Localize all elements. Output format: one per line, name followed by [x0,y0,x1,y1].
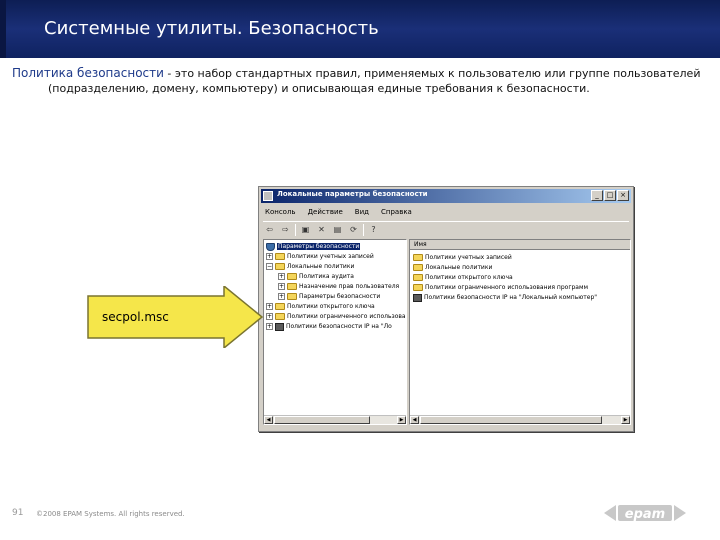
menu-action[interactable]: Действие [306,208,345,216]
toolbar-separator [363,223,364,236]
slide-title: Системные утилиты. Безопасность [44,18,379,39]
expand-icon[interactable]: + [278,273,285,280]
folder-icon [413,264,423,271]
expand-icon[interactable]: + [278,293,285,300]
copyright: ©2008 EPAM Systems. All rights reserved. [36,510,185,518]
list-item-label: Локальные политики [425,264,493,271]
svg-text:epam: epam [625,507,665,522]
tree-item[interactable]: + Назначение прав пользователя [278,282,399,291]
toolbar: ⇦ ⇨ ▣ ✕ ▤ ⟳ ? [263,221,629,237]
expand-icon[interactable]: + [266,323,273,330]
ip-security-icon [275,322,284,331]
menu-console[interactable]: Консоль [263,208,298,216]
scroll-left-icon[interactable]: ◀ [410,416,419,424]
definition-line2: (подразделению, домену, компьютеру) и оп… [48,82,590,95]
list-item[interactable]: Политики безопасности IP на "Локальный к… [413,293,597,302]
tree-item[interactable]: − Локальные политики [266,262,354,271]
folder-icon [275,263,285,270]
help-icon[interactable]: ? [367,224,380,236]
folder-icon [287,293,297,300]
tree-item-label: Политики открытого ключа [287,303,375,310]
scroll-thumb[interactable] [420,416,602,424]
column-header-name[interactable]: Имя [410,240,630,250]
security-settings-icon [266,242,275,251]
tree-item-label: Назначение прав пользователя [299,283,400,290]
scroll-left-icon[interactable]: ◀ [264,416,273,424]
collapse-icon[interactable]: − [266,263,273,270]
tree-item[interactable]: Параметры безопасности [266,242,361,251]
tree-item[interactable]: + Политики учетных записей [266,252,374,261]
properties-icon[interactable]: ▤ [331,224,344,236]
expand-icon[interactable]: + [266,303,273,310]
delete-icon[interactable]: ✕ [315,224,328,236]
folder-icon [413,284,423,291]
scroll-right-icon[interactable]: ▶ [397,416,406,424]
definition-rest: - это набор стандартных правил, применяе… [163,67,701,80]
list-item[interactable]: Политики учетных записей [413,253,512,262]
tree-pane[interactable]: Параметры безопасности + Политики учетны… [263,239,407,425]
menubar: Консоль Действие Вид Справка [263,205,414,219]
tree-item-label: Политики ограниченного использова [287,313,406,320]
epam-logo: epam [604,505,686,522]
list-item-label: Политики открытого ключа [425,274,513,281]
maximize-button[interactable]: □ [604,190,616,201]
list-item-label: Политики учетных записей [425,254,512,261]
list-horizontal-scrollbar[interactable]: ◀ ▶ [410,415,630,424]
expand-icon[interactable]: + [266,253,273,260]
tree-item[interactable]: + Политики ограниченного использова [266,312,406,321]
list-item-label: Политики безопасности IP на "Локальный к… [424,294,598,301]
folder-icon [287,283,297,290]
callout-label: secpol.msc [102,310,169,324]
definition-term: Политика безопасности [12,66,164,80]
page-number: 91 [12,508,24,518]
list-item[interactable]: Политики открытого ключа [413,273,513,282]
expand-icon[interactable]: + [278,283,285,290]
tree-item-label: Параметры безопасности [299,293,381,300]
definition-text: Политика безопасности - это набор станда… [12,66,712,96]
scroll-thumb[interactable] [274,416,370,424]
minimize-button[interactable]: _ [591,190,603,201]
menu-view[interactable]: Вид [353,208,371,216]
folder-icon [413,254,423,261]
forward-icon[interactable]: ⇨ [279,224,292,236]
tree-item[interactable]: + Политики открытого ключа [266,302,375,311]
list-item[interactable]: Политики ограниченного использования про… [413,283,588,292]
app-icon [263,191,273,201]
tree-item-label: Политика аудита [299,273,354,280]
header-accent-bar [0,0,6,58]
toolbar-separator [295,223,296,236]
tree-horizontal-scrollbar[interactable]: ◀ ▶ [264,415,406,424]
close-button[interactable]: × [617,190,629,201]
scroll-right-icon[interactable]: ▶ [621,416,630,424]
folder-icon [413,274,423,281]
back-icon[interactable]: ⇦ [263,224,276,236]
tree-item-label: Политики безопасности IP на "Ло [286,323,392,330]
tree-item-label: Локальные политики [287,263,355,270]
tree-item-label: Параметры безопасности [277,243,361,250]
ip-security-icon [413,293,422,302]
folder-icon [275,253,285,260]
window-title: Локальные параметры безопасности [277,190,428,198]
column-header-label: Имя [414,241,427,248]
list-pane[interactable]: Имя Политики учетных записей Локальные п… [409,239,631,425]
folder-icon [275,303,285,310]
tree-item[interactable]: + Политика аудита [278,272,354,281]
folder-icon [287,273,297,280]
window-titlebar[interactable]: Локальные параметры безопасности _ □ × [261,189,631,203]
up-icon[interactable]: ▣ [299,224,312,236]
folder-icon [275,313,285,320]
expand-icon[interactable]: + [266,313,273,320]
tree-item[interactable]: + Политики безопасности IP на "Ло [266,322,392,331]
secpol-window: Локальные параметры безопасности _ □ × К… [258,186,634,432]
list-item-label: Политики ограниченного использования про… [425,284,589,291]
tree-item[interactable]: + Параметры безопасности [278,292,380,301]
menu-help[interactable]: Справка [379,208,414,216]
list-item[interactable]: Локальные политики [413,263,492,272]
refresh-icon[interactable]: ⟳ [347,224,360,236]
slide-header: Системные утилиты. Безопасность [0,0,720,58]
tree-item-label: Политики учетных записей [287,253,374,260]
